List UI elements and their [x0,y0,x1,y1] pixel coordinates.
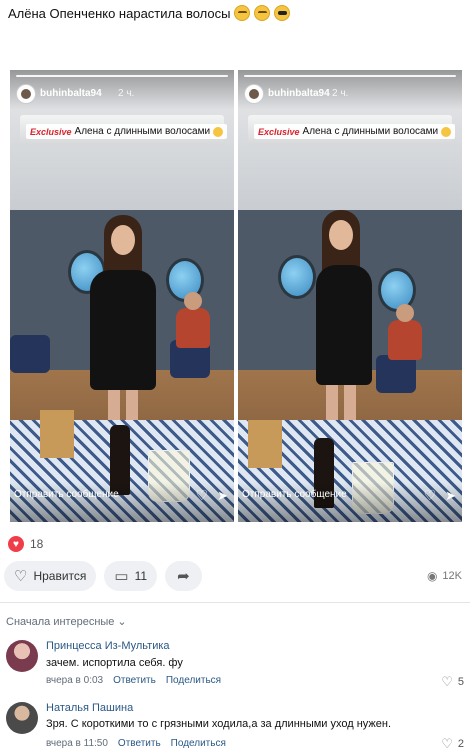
comment-text: зачем. испортила себя. фу [46,657,183,669]
send-icon[interactable]: ➤ [445,488,456,504]
comments-sort-dropdown[interactable]: Сначала интересные ⌄ [6,615,127,629]
share-arrow-icon: ➦ [177,568,190,585]
grimacing-emoji-icon [254,5,271,21]
seated-person [176,292,210,348]
send-icon[interactable]: ➤ [217,488,228,504]
avatar[interactable] [6,640,38,672]
story-avatar[interactable] [244,84,264,104]
divider [0,602,470,603]
story-caption: Exclusive Алена с длинными волосами [26,124,228,139]
story-photo-2[interactable]: buhinbalta94 2 ч. Exclusive Алена с длин… [238,70,462,522]
woman-figure [86,215,160,425]
heart-outline-icon: ♡ [441,674,453,689]
sunglasses-emoji-icon [274,5,291,21]
story-progress-bar [16,75,228,77]
caption-text: Алена с длинными волосами [302,126,439,137]
chair [10,335,50,373]
comment-likes-count: 2 [457,738,464,750]
story-username[interactable]: buhinbalta94 [268,88,330,99]
comment-like-button[interactable]: ♡ 2 [441,736,464,752]
caption-text: Алена с длинными волосами [74,126,211,137]
heart-icon[interactable]: ♡ [195,487,208,504]
story-username[interactable]: buhinbalta94 [40,88,102,99]
views-counter: ◉ 12K [427,569,462,583]
like-button[interactable]: ♡ Нравится [4,561,97,591]
reply-link[interactable]: Ответить [118,738,161,749]
story-time: 2 ч. [332,88,349,99]
paper-bag [40,410,74,458]
heart-outline-icon: ♡ [14,568,28,585]
post-text-row: Алёна Опенченко нарастила волосы [8,5,291,21]
avatar[interactable] [6,702,38,734]
post-text: Алёна Опенченко нарастила волосы [8,5,231,21]
comment-time[interactable]: вчера в 11:50 [46,738,108,749]
views-count: 12K [442,570,462,582]
story-reply-field[interactable]: Отправить сообщение [242,489,347,500]
exclusive-tag: Exclusive [30,126,72,137]
exclusive-tag: Exclusive [258,126,300,137]
heart-icon[interactable]: ♡ [423,487,436,504]
reactions-summary[interactable]: ♥ 18 [8,536,43,552]
like-label: Нравится [33,569,87,583]
share-link[interactable]: Поделиться [171,738,226,749]
comment-meta: вчера в 0:03 Ответить Поделиться [46,675,221,686]
story-avatar[interactable] [16,84,36,104]
reply-link[interactable]: Ответить [113,675,156,686]
share-button[interactable]: ➦ [165,561,202,591]
chevron-down-icon: ⌄ [117,616,127,628]
paper-bag [248,420,282,468]
woman-figure [304,210,378,420]
comment-author[interactable]: Принцесса Из-Мультика [46,640,170,652]
share-link[interactable]: Поделиться [166,675,221,686]
comments-button[interactable]: ▭ 11 [104,561,158,591]
smile-emoji-icon [213,126,224,137]
sort-label: Сначала интересные [6,615,115,628]
likes-count: 18 [30,537,44,551]
comment-author[interactable]: Наталья Пашина [46,702,133,714]
heart-outline-icon: ♡ [441,736,453,751]
story-time: 2 ч. [118,88,135,99]
post-photo-gallery: buhinbalta94 2 ч. Exclusive Алена с длин… [10,70,462,522]
story-reply-field[interactable]: Отправить сообщение [14,489,119,500]
grimacing-emoji-icon [234,5,251,21]
chair [376,355,416,393]
heart-reaction-icon: ♥ [8,536,24,552]
story-progress-bar [244,75,456,77]
story-caption: Exclusive Алена с длинными волосами [254,124,456,139]
story-photo-1[interactable]: buhinbalta94 2 ч. Exclusive Алена с длин… [10,70,234,522]
comment-icon: ▭ [114,568,129,585]
comment-text: Зря. С короткими то с грязными ходила,а … [46,718,392,730]
comment-like-button[interactable]: ♡ 5 [441,674,464,690]
eye-icon: ◉ [426,569,438,583]
post-actions: ♡ Нравится ▭ 11 ➦ [4,561,202,591]
seated-person [388,304,422,360]
comment-meta: вчера в 11:50 Ответить Поделиться [46,738,226,749]
comments-count: 11 [134,569,148,583]
comment-likes-count: 5 [457,676,464,688]
smile-emoji-icon [441,126,452,137]
comment-time[interactable]: вчера в 0:03 [46,675,103,686]
